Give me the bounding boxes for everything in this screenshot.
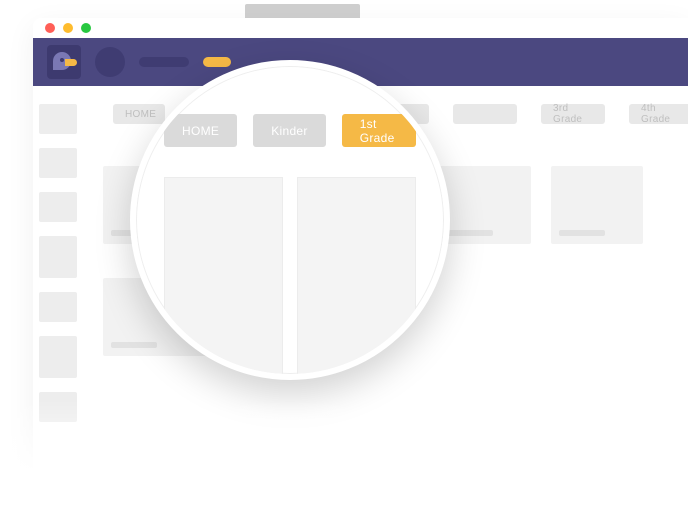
content-card[interactable] [439,166,531,244]
sidebar-item[interactable] [39,392,77,422]
tab-placeholder[interactable] [453,104,517,124]
header-accent-pill [203,57,231,67]
sidebar-item[interactable] [39,104,77,134]
app-logo-parrot-icon[interactable] [47,45,81,79]
tab-grade-4[interactable]: 4th Grade [629,104,688,124]
tab-label: 3rd Grade [553,103,593,125]
tab-kinder[interactable]: Kinder [253,114,326,147]
magnified-panels [164,177,416,377]
tab-label: 1st Grade [360,117,398,145]
sidebar-item[interactable] [39,336,77,378]
content-card[interactable] [551,166,643,244]
magnifier-lens: HOME Kinder 1st Grade [130,60,450,380]
tab-home[interactable]: HOME [113,104,165,124]
tab-label: 4th Grade [641,103,681,125]
tab-grade-3[interactable]: 3rd Grade [541,104,605,124]
sidebar-item[interactable] [39,192,77,222]
magnified-grade-tabs: HOME Kinder 1st Grade [164,114,416,147]
window-titlebar [33,18,688,38]
magnifier-content: HOME Kinder 1st Grade [136,66,444,377]
sidebar [33,86,77,518]
tab-home[interactable]: HOME [164,114,237,147]
tab-label: Kinder [271,124,308,138]
browser-tab-shape [245,4,360,18]
user-avatar[interactable] [95,47,125,77]
tab-label: HOME [125,109,156,120]
window-zoom-button[interactable] [81,23,91,33]
sidebar-item[interactable] [39,292,77,322]
sidebar-item[interactable] [39,148,77,178]
window-minimize-button[interactable] [63,23,73,33]
tab-label: HOME [182,124,219,138]
header-skeleton-line [139,57,189,67]
window-close-button[interactable] [45,23,55,33]
tab-grade-1[interactable]: 1st Grade [342,114,416,147]
sidebar-item[interactable] [39,236,77,278]
